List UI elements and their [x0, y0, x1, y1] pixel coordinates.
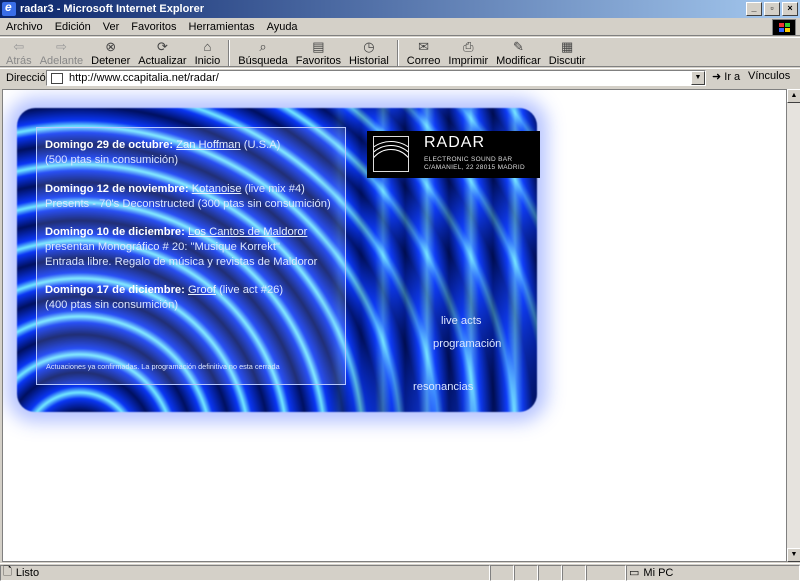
toolbar: ⇦ Atrás ⇨ Adelante ⊗ Detener ⟳ Actualizar ⌂ I… [0, 37, 800, 67]
forward-button[interactable]: ⇨ Adelante [40, 38, 83, 68]
page-viewport: Domingo 29 de octubre: Zan Hoffman (U.S.… [2, 89, 788, 562]
status-bar: 🗋 Listo ▭ Mi PC [0, 563, 800, 581]
status-text-cell: 🗋 Listo [0, 564, 490, 581]
minimize-button[interactable]: _ [746, 2, 762, 16]
event-item: Domingo 29 de octubre: Zan Hoffman (U.S.… [45, 139, 281, 166]
menu-archivo[interactable]: Archivo [0, 21, 49, 33]
stop-icon: ⊗ [105, 39, 117, 54]
artist-link[interactable]: Groof [188, 284, 216, 296]
menu-edicion[interactable]: Edición [49, 21, 97, 33]
search-icon: ⌕ [259, 39, 267, 54]
print-button[interactable]: ⎙ Imprimir [448, 38, 488, 68]
refresh-button[interactable]: ⟳ Actualizar [138, 38, 186, 68]
status-cell [514, 564, 538, 581]
menu-herramientas[interactable]: Herramientas [183, 21, 261, 33]
vertical-scrollbar[interactable]: ▲ ▼ [786, 89, 800, 562]
ie-icon [2, 0, 16, 16]
event-item: Domingo 12 de noviembre: Kotanoise (live… [45, 183, 331, 210]
artist-link[interactable]: Zan Hoffman [176, 139, 240, 151]
window-title: radar3 - Microsoft Internet Explorer [20, 3, 204, 15]
artist-link[interactable]: Kotanoise [192, 183, 242, 195]
printer-icon: ⎙ [463, 39, 474, 54]
toolbar-separator [396, 40, 399, 66]
logo-subtitle: ELECTRONIC SOUND BAR [424, 156, 513, 163]
my-computer-icon: ▭ [629, 567, 640, 579]
home-icon: ⌂ [203, 39, 212, 54]
status-cell [586, 564, 626, 581]
status-text: Listo [15, 566, 40, 579]
scroll-up-button[interactable]: ▲ [787, 89, 800, 103]
logo-title: RADAR [424, 134, 486, 151]
close-button[interactable]: × [782, 2, 798, 16]
nav-live-acts[interactable]: live acts [441, 315, 481, 327]
windows-logo-icon [772, 19, 796, 36]
forward-arrow-icon: ⇨ [55, 39, 67, 54]
zone-cell: ▭ Mi PC [626, 564, 800, 581]
artist-link[interactable]: Los Cantos de Maldoror [188, 226, 307, 238]
home-button[interactable]: ⌂ Inicio [195, 38, 221, 68]
events-panel: Domingo 29 de octubre: Zan Hoffman (U.S.… [36, 127, 346, 385]
history-icon: ◷ [363, 39, 375, 54]
menubar: Archivo Edición Ver Favoritos Herramient… [0, 18, 800, 36]
discuss-button[interactable]: ▦ Discutir [549, 38, 586, 68]
menu-favoritos[interactable]: Favoritos [125, 21, 182, 33]
menu-ayuda[interactable]: Ayuda [261, 21, 304, 33]
stop-button[interactable]: ⊗ Detener [91, 38, 130, 68]
scroll-down-button[interactable]: ▼ [787, 548, 800, 562]
logo-address: C/AMANIEL, 22 28015 MADRID [424, 164, 526, 171]
nav-resonancias[interactable]: resonancias [413, 381, 473, 393]
zone-text: Mi PC [643, 566, 674, 579]
page-done-icon: 🗋 [3, 566, 12, 578]
favorites-icon: ▤ [312, 39, 325, 54]
address-input[interactable]: http://www.ccapitalia.net/radar/ ▼ [46, 70, 706, 86]
favorites-button[interactable]: ▤ Favoritos [296, 38, 341, 68]
history-button[interactable]: ◷ Historial [349, 38, 389, 68]
mail-icon: ✉ [418, 39, 430, 54]
discuss-icon: ▦ [560, 39, 574, 54]
address-bar: Dirección http://www.ccapitalia.net/rada… [0, 68, 800, 86]
status-cell [538, 564, 562, 581]
address-url: http://www.ccapitalia.net/radar/ [69, 72, 219, 84]
address-dropdown-button[interactable]: ▼ [691, 71, 705, 85]
toolbar-separator [228, 40, 231, 66]
edit-icon: ✎ [512, 39, 524, 54]
radar-logo: RADAR ELECTRONIC SOUND BAR C/AMANIEL, 22… [367, 131, 540, 178]
edit-button[interactable]: ✎ Modificar [496, 38, 541, 68]
restore-button[interactable]: ▫ [764, 2, 780, 16]
status-cell [490, 564, 514, 581]
links-button[interactable]: Vínculos [748, 70, 790, 82]
radar-logo-icon [373, 136, 409, 172]
back-arrow-icon: ⇦ [13, 39, 25, 54]
mail-button[interactable]: ✉ Correo [407, 38, 441, 68]
menu-ver[interactable]: Ver [97, 21, 126, 33]
page-icon [51, 72, 63, 84]
event-item: Domingo 10 de diciembre: Los Cantos de M… [45, 226, 318, 268]
go-button[interactable]: ➜ Ir a [712, 70, 740, 83]
nav-programacion[interactable]: programación [433, 338, 501, 350]
status-cell [562, 564, 586, 581]
back-button[interactable]: ⇦ Atrás [6, 38, 32, 68]
search-button[interactable]: ⌕ Búsqueda [238, 38, 288, 68]
event-item: Domingo 17 de diciembre: Groof (live act… [45, 284, 284, 311]
window-titlebar[interactable]: radar3 - Microsoft Internet Explorer _ ▫… [0, 0, 800, 18]
refresh-icon: ⟳ [156, 39, 168, 54]
footnote: Actuaciones ya confirmadas. La programac… [46, 362, 280, 371]
